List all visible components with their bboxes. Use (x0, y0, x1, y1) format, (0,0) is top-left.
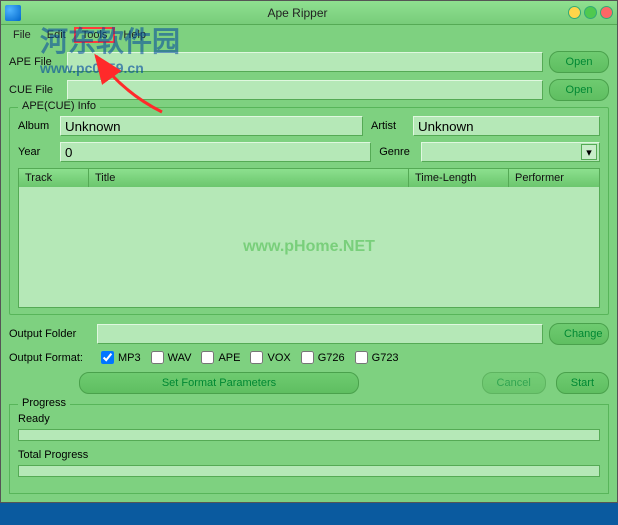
output-folder-row: Output Folder Change (9, 323, 609, 345)
artist-input[interactable] (413, 116, 600, 136)
ready-label: Ready (18, 413, 600, 425)
table-body[interactable]: www.pHome.NET (19, 187, 599, 307)
total-progress-bar (18, 465, 600, 477)
ape-cue-info: APE(CUE) Info Album Artist Year Genre (9, 107, 609, 315)
watermark-text: www.pHome.NET (243, 238, 375, 256)
app-icon (5, 5, 21, 21)
titlebar[interactable]: Ape Ripper (1, 1, 617, 25)
action-row: Set Format Parameters Cancel Start (9, 372, 609, 394)
format-g726[interactable]: G726 (301, 351, 345, 364)
th-time[interactable]: Time-Length (409, 169, 509, 187)
th-track[interactable]: Track (19, 169, 89, 187)
menu-help[interactable]: Help (115, 27, 154, 43)
set-parameters-button[interactable]: Set Format Parameters (79, 372, 359, 394)
ape-open-button[interactable]: Open (549, 51, 609, 73)
menubar: File Edit Tools Help (1, 25, 617, 45)
change-button[interactable]: Change (549, 323, 609, 345)
cue-file-label: CUE File (9, 84, 61, 96)
table-header: Track Title Time-Length Performer (19, 169, 599, 187)
output-folder-label: Output Folder (9, 328, 91, 340)
year-label: Year (18, 146, 56, 158)
genre-select[interactable]: ▾ (421, 142, 600, 162)
info-legend: APE(CUE) Info (18, 100, 100, 112)
format-g723[interactable]: G723 (355, 351, 399, 364)
minimize-button[interactable] (568, 6, 581, 19)
window-controls (568, 6, 613, 19)
cancel-button[interactable]: Cancel (482, 372, 546, 394)
menu-edit[interactable]: Edit (39, 27, 74, 43)
maximize-button[interactable] (584, 6, 597, 19)
year-input[interactable] (60, 142, 371, 162)
cue-open-button[interactable]: Open (549, 79, 609, 101)
th-title[interactable]: Title (89, 169, 409, 187)
close-button[interactable] (600, 6, 613, 19)
total-progress-label: Total Progress (18, 449, 600, 461)
ape-file-label: APE File (9, 56, 61, 68)
ape-file-input[interactable] (67, 52, 543, 72)
th-performer[interactable]: Performer (509, 169, 599, 187)
format-mp3[interactable]: MP3 (101, 351, 141, 364)
album-input[interactable] (60, 116, 363, 136)
client-area: APE File Open CUE File Open APE(CUE) Inf… (1, 45, 617, 502)
output-format-row: Output Format: MP3 WAV APE VOX G726 G723 (9, 351, 609, 364)
genre-label: Genre (379, 146, 417, 158)
format-vox[interactable]: VOX (250, 351, 290, 364)
menu-file[interactable]: File (5, 27, 39, 43)
format-wav[interactable]: WAV (151, 351, 192, 364)
chevron-down-icon: ▾ (581, 144, 597, 160)
track-table: Track Title Time-Length Performer www.pH… (18, 168, 600, 308)
format-ape[interactable]: APE (201, 351, 240, 364)
progress-group: Progress Ready Total Progress (9, 404, 609, 494)
menu-tools[interactable]: Tools (74, 27, 116, 43)
artist-label: Artist (371, 120, 409, 132)
output-folder-input[interactable] (97, 324, 543, 344)
album-label: Album (18, 120, 56, 132)
main-window: Ape Ripper File Edit Tools Help APE File… (0, 0, 618, 503)
cue-file-row: CUE File Open (9, 79, 609, 101)
ape-file-row: APE File Open (9, 51, 609, 73)
cue-file-input[interactable] (67, 80, 543, 100)
window-title: Ape Ripper (27, 6, 568, 20)
progress-bar (18, 429, 600, 441)
progress-legend: Progress (18, 397, 70, 409)
start-button[interactable]: Start (556, 372, 609, 394)
output-format-label: Output Format: (9, 352, 91, 364)
